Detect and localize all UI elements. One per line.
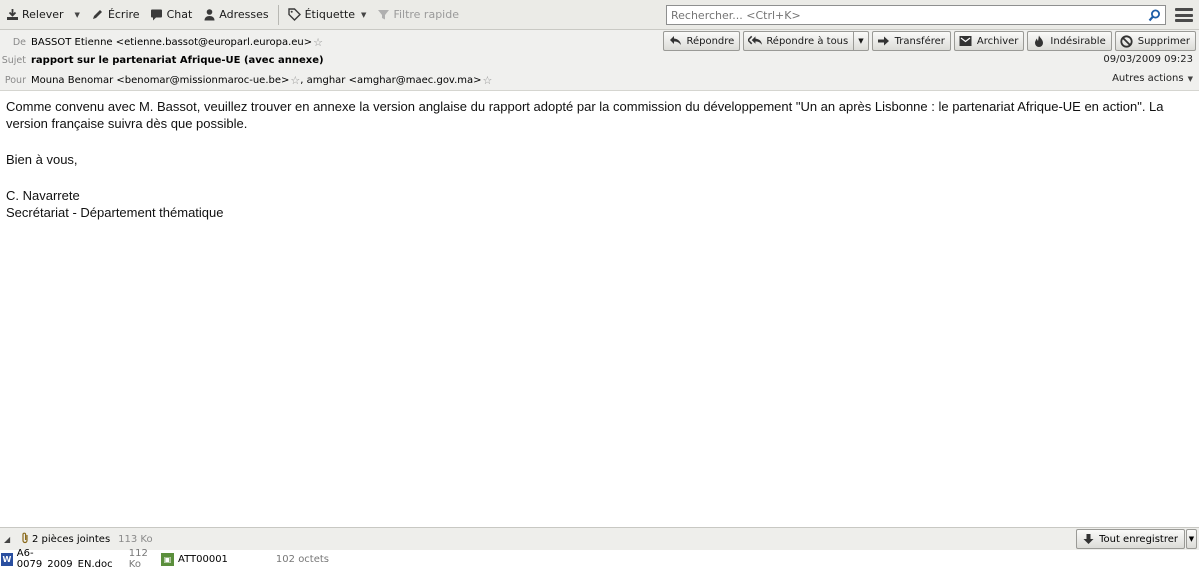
archive-icon — [959, 34, 973, 48]
reply-label: Répondre — [686, 35, 735, 47]
subject-label: Sujet — [1, 54, 26, 66]
junk-label: Indésirable — [1050, 35, 1106, 47]
chat-label: Chat — [166, 8, 193, 21]
write-label: Écrire — [107, 8, 140, 21]
other-actions-label: Autres actions — [1112, 73, 1184, 84]
message-date: 09/03/2009 09:23 — [1103, 54, 1193, 65]
paperclip-icon — [20, 532, 30, 547]
forward-button[interactable]: Transférer — [871, 31, 951, 51]
get-mail-label: Relever — [22, 8, 64, 21]
attachment-size: 102 octets — [275, 553, 330, 565]
search-input[interactable] — [671, 8, 1147, 22]
message-header: De BASSOT Etienne <etienne.bassot@europa… — [0, 30, 1199, 91]
download-icon — [5, 8, 19, 22]
subject-text: rapport sur le partenariat Afrique-UE (a… — [31, 54, 324, 66]
sender-address[interactable]: BASSOT Etienne <etienne.bassot@europarl.… — [31, 37, 312, 48]
save-all-button[interactable]: Tout enregistrer — [1076, 529, 1185, 549]
attachment-name: ATT00001 — [178, 553, 228, 565]
reply-all-dropdown[interactable]: ▼ — [854, 31, 869, 51]
chat-button[interactable]: Chat — [145, 3, 198, 27]
hamburger-line — [1175, 13, 1193, 17]
reply-all-icon — [748, 34, 763, 48]
attachment-total-size: 113 Ko — [118, 533, 153, 545]
quick-filter-button[interactable]: Filtre rapide — [371, 3, 464, 27]
tag-button[interactable]: Étiquette ▼ — [283, 3, 372, 27]
chat-bubble-icon — [150, 8, 164, 22]
collapse-toggle-icon[interactable]: ◢ — [4, 535, 14, 544]
other-actions-menu[interactable]: Autres actions ▼ — [1112, 73, 1193, 84]
pencil-icon — [91, 8, 105, 22]
message-body: Comme convenu avec M. Bassot, veuillez t… — [6, 98, 1191, 221]
delete-button[interactable]: Supprimer — [1114, 31, 1196, 51]
reply-button[interactable]: Répondre — [663, 31, 741, 51]
subject-row: Sujet rapport sur le partenariat Afrique… — [0, 51, 324, 69]
word-doc-icon: W — [1, 552, 13, 566]
signature-department: Secrétariat - Département thématique — [6, 205, 224, 220]
reply-all-label: Répondre à tous — [766, 35, 849, 47]
chevron-down-icon: ▼ — [1188, 535, 1195, 543]
archive-button[interactable]: Archiver — [953, 31, 1025, 51]
attachment-list: W A6-0079_2009_EN.doc 112 Ko ▣ ATT00001 … — [0, 548, 1199, 567]
delete-icon — [1120, 34, 1134, 48]
star-icon[interactable]: ☆ — [313, 36, 323, 49]
get-mail-button[interactable]: Relever — [0, 3, 69, 27]
recipient-address[interactable]: Mouna Benomar <benomar@missionmaroc-ue.b… — [31, 75, 289, 86]
chevron-down-icon: ▼ — [361, 10, 367, 19]
archive-label: Archiver — [976, 35, 1019, 47]
save-all-label: Tout enregistrer — [1099, 533, 1178, 545]
attachment-size: 112 Ko — [128, 548, 148, 567]
from-row: De BASSOT Etienne <etienne.bassot@europa… — [0, 33, 323, 51]
download-icon — [1081, 532, 1095, 546]
chevron-down-icon: ▼ — [74, 10, 80, 19]
chevron-down-icon: ▼ — [1187, 75, 1193, 83]
get-mail-dropdown[interactable]: ▼ — [69, 3, 86, 27]
message-actions: Répondre Répondre à tous ▼ Transférer Ar… — [663, 31, 1196, 51]
contacts-icon — [202, 8, 216, 22]
search-box[interactable] — [666, 5, 1166, 25]
reply-all-button[interactable]: Répondre à tous — [743, 31, 855, 51]
junk-button[interactable]: Indésirable — [1027, 31, 1112, 51]
search-icon[interactable] — [1147, 8, 1161, 22]
reply-all-group: Répondre à tous ▼ — [743, 31, 869, 51]
to-row: Pour Mouna Benomar <benomar@missionmaroc… — [0, 71, 493, 89]
tag-label: Étiquette — [304, 8, 356, 21]
attachment-file-icon: ▣ — [161, 552, 174, 566]
body-greeting: Bien à vous, — [6, 152, 78, 167]
write-button[interactable]: Écrire — [86, 3, 145, 27]
attachment-name: A6-0079_2009_EN.doc — [16, 548, 113, 567]
toolbar-divider — [277, 4, 279, 25]
signature-name: C. Navarrete — [6, 188, 80, 203]
forward-label: Transférer — [894, 35, 945, 47]
body-paragraph: Comme convenu avec M. Bassot, veuillez t… — [6, 99, 1164, 131]
attachment-count[interactable]: 2 pièces jointes — [32, 534, 110, 545]
address-book-label: Adresses — [219, 8, 269, 21]
delete-label: Supprimer — [1137, 35, 1190, 47]
recipient-address[interactable]: amghar <amghar@maec.gov.ma> — [307, 75, 482, 86]
filter-icon — [376, 8, 390, 22]
from-label: De — [12, 36, 26, 48]
quick-filter-label: Filtre rapide — [393, 8, 459, 21]
to-label: Pour — [4, 74, 26, 86]
save-all-dropdown[interactable]: ▼ — [1186, 529, 1197, 549]
hamburger-line — [1175, 19, 1193, 22]
chevron-down-icon: ▼ — [858, 37, 864, 45]
star-icon[interactable]: ☆ — [290, 74, 300, 87]
address-book-button[interactable]: Adresses — [197, 3, 273, 27]
attachment-bar: ◢ 2 pièces jointes 113 Ko Tout enregistr… — [0, 527, 1199, 550]
tag-icon — [288, 8, 302, 22]
main-toolbar: Relever ▼ Écrire Chat Adresses Étiquette… — [0, 0, 1199, 30]
reply-icon — [668, 34, 682, 48]
attachment-item[interactable]: ▣ ATT00001 102 octets — [160, 552, 330, 566]
attachment-item[interactable]: W A6-0079_2009_EN.doc 112 Ko — [0, 548, 160, 567]
app-menu-button[interactable] — [1174, 6, 1194, 24]
forward-icon — [877, 34, 891, 48]
star-icon[interactable]: ☆ — [483, 74, 493, 87]
hamburger-line — [1175, 8, 1193, 11]
flame-icon — [1032, 34, 1046, 48]
